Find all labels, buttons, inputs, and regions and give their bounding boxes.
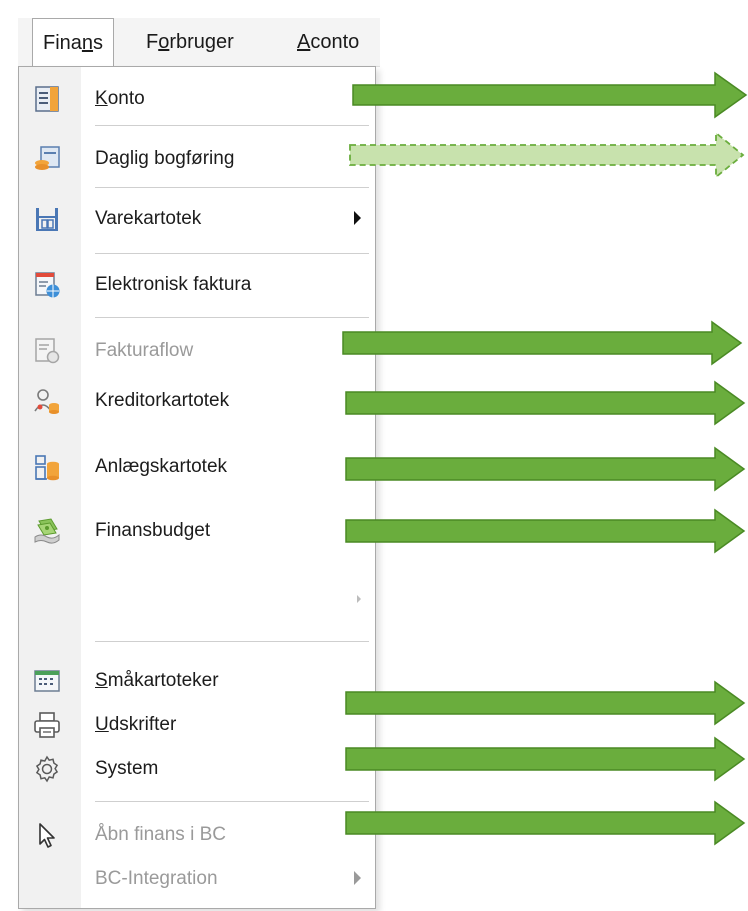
solid-arrow-anlaegskartotek (345, 446, 746, 492)
menu-item-konto-label: Konto (95, 88, 145, 109)
solid-arrow-smaakartoteker (345, 680, 746, 726)
menu-finans-label: Fina (43, 32, 82, 54)
solid-arrow-system (345, 800, 746, 846)
assets-icon (35, 455, 59, 481)
gear-icon (35, 755, 59, 783)
menu-item-varekartotek-label: Varekartotek (95, 208, 202, 229)
menu-item-fakturaflow: Fakturaflow (19, 329, 377, 373)
menu-separator (95, 253, 369, 254)
small-registers-icon (34, 670, 60, 692)
menu-item-elektronisk-faktura[interactable]: Elektronisk faktura (19, 263, 377, 307)
menu-item-daglig-bogforing[interactable]: Daglig bogføring (19, 137, 377, 181)
menu-separator (95, 187, 369, 188)
solid-arrow-konto (352, 71, 748, 119)
menu-item-empty (19, 577, 377, 621)
menu-item-konto[interactable]: Konto (19, 77, 377, 121)
cursor-icon (39, 823, 55, 848)
menu-separator (95, 801, 369, 802)
menu-finans-label-end: s (93, 32, 104, 54)
menu-forbruger[interactable]: Forbruger (146, 18, 234, 66)
submenu-arrow-icon (354, 871, 361, 885)
menu-item-smaakartoteker-label: Skartotekermåkartoteker (95, 670, 219, 691)
menu-aconto-label-end: conto (310, 31, 360, 53)
menu-separator (95, 641, 369, 642)
menu-item-kreditorkartotek[interactable]: Kreditorkartotek (19, 379, 377, 423)
menu-item-bc-integration: BC-Integration (19, 857, 377, 901)
creditor-icon (34, 389, 59, 414)
ledger-icon (35, 86, 59, 112)
solid-arrow-kreditorkartotek (345, 380, 746, 426)
finans-dropdown-menu: Konto Daglig bogføring Varekartotek Elek… (18, 66, 376, 909)
menu-item-aabn-finans-i-bc: Åbn finans i BC (19, 813, 377, 857)
submenu-arrow-icon (357, 595, 361, 603)
menu-separator (95, 317, 369, 318)
menu-bar: Finans Forbruger Aconto (18, 18, 380, 67)
menu-item-finansbudget[interactable]: Finansbudget (19, 509, 377, 553)
invoice-flow-icon (35, 338, 60, 364)
menu-item-udskrifter-label: Udskrifter (95, 714, 177, 735)
menu-forbruger-accel: o (158, 31, 170, 53)
menu-item-daglig-bogforing-label: Daglig bogføring (95, 148, 235, 169)
menu-item-finansbudget-label: Finansbudget (95, 520, 211, 541)
menu-item-elektronisk-faktura-label: Elektronisk faktura (95, 274, 252, 295)
menu-finans[interactable]: Finans (32, 18, 115, 67)
menu-separator (95, 125, 369, 126)
menu-item-anlaegskartotek[interactable]: Anlægskartotek (19, 445, 377, 489)
menu-item-system[interactable]: System (19, 747, 377, 791)
e-invoice-icon (35, 272, 60, 298)
journal-icon (35, 146, 60, 170)
menu-forbruger-label: F (146, 31, 159, 53)
menu-item-smaakartoteker[interactable]: Skartotekermåkartoteker (19, 659, 377, 703)
menu-finans-accel: n (81, 32, 94, 54)
menu-item-anlaegskartotek-label: Anlægskartotek (95, 456, 228, 477)
submenu-arrow-icon (354, 211, 361, 225)
menu-item-fakturaflow-label: Fakturaflow (95, 340, 194, 361)
menu-item-aabn-finans-i-bc-label: Åbn finans i BC (95, 824, 226, 845)
menu-item-udskrifter[interactable]: Udskrifter (19, 703, 377, 747)
menu-forbruger-label-end: rbruger (169, 31, 234, 53)
menu-aconto-accel: A (297, 31, 311, 53)
menu-aconto[interactable]: Aconto (297, 18, 359, 66)
warehouse-icon (36, 208, 58, 231)
menu-item-varekartotek[interactable]: Varekartotek (19, 197, 377, 241)
printer-icon (34, 712, 60, 738)
menu-item-bc-integration-label: BC-Integration (95, 868, 218, 889)
menu-item-kreditorkartotek-label: Kreditorkartotek (95, 390, 230, 411)
solid-arrow-udskrifter (345, 736, 746, 782)
solid-arrow-fakturaflow (342, 320, 743, 366)
menu-item-system-label: System (95, 758, 159, 779)
budget-icon (34, 518, 60, 544)
dashed-arrow-daglig-bogforing (349, 131, 745, 179)
solid-arrow-finansbudget (345, 508, 746, 554)
